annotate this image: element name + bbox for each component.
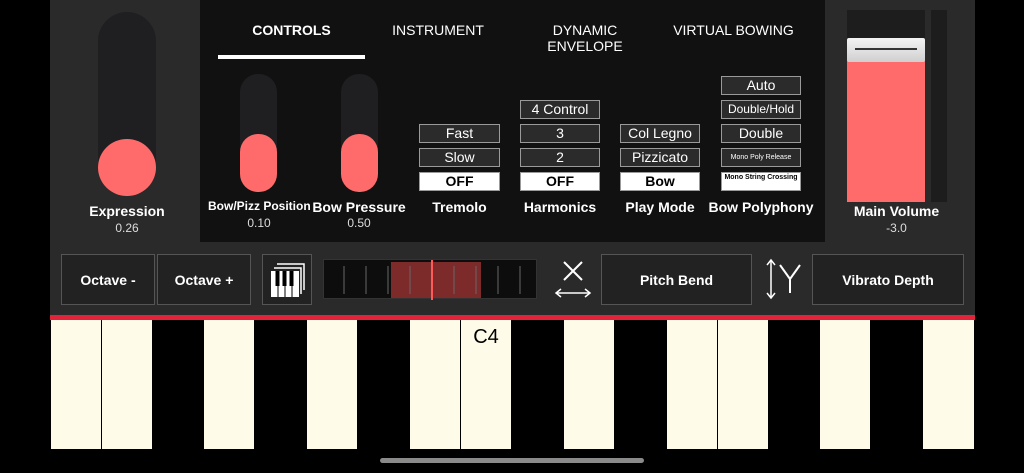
tremolo-slow-button[interactable]: Slow xyxy=(419,148,500,167)
play-mode-col-legno-button[interactable]: Col Legno xyxy=(620,124,700,143)
expression-slider-knob[interactable] xyxy=(98,139,156,196)
black-key[interactable] xyxy=(769,320,820,414)
play-mode-bow-button[interactable]: Bow xyxy=(620,172,700,191)
bow-position-value: 0.10 xyxy=(247,216,271,230)
harmonics-2-button[interactable]: 2 xyxy=(520,148,600,167)
octave-up-button[interactable]: Octave + xyxy=(157,254,251,305)
home-indicator[interactable] xyxy=(380,458,644,463)
tremolo-label: Tremolo xyxy=(432,199,487,215)
harmonics-off-button[interactable]: OFF xyxy=(520,172,600,191)
tremolo-fast-button[interactable]: Fast xyxy=(419,124,500,143)
octave-down-button[interactable]: Octave - xyxy=(61,254,155,305)
x-axis-swap-icon[interactable] xyxy=(553,258,593,300)
pitch-strip[interactable] xyxy=(323,259,537,300)
polyphony-mono-poly-release-button[interactable]: Mono Poly Release xyxy=(721,148,801,167)
expression-slider[interactable] xyxy=(98,12,156,196)
tab-controls[interactable]: CONTROLS xyxy=(218,22,365,38)
bow-pressure-slider-knob[interactable] xyxy=(341,134,378,192)
bow-pressure-label: Bow Pressure xyxy=(312,199,406,215)
y-axis-swap-icon[interactable] xyxy=(763,257,803,301)
keyboard-layout-button[interactable] xyxy=(262,254,312,305)
black-key[interactable] xyxy=(255,320,307,414)
piano-keys-icon xyxy=(271,262,305,297)
tab-dynamic-envelope[interactable]: DYNAMIC ENVELOPE xyxy=(515,22,655,54)
bow-position-label: Bow/Pizz Position xyxy=(208,199,311,213)
tab-instrument[interactable]: INSTRUMENT xyxy=(372,22,504,38)
main-volume-label: Main Volume xyxy=(853,203,940,219)
main-volume-fill xyxy=(847,58,925,202)
pitch-strip-graphic xyxy=(343,260,521,300)
bow-polyphony-label: Bow Polyphony xyxy=(708,199,814,215)
polyphony-mono-string-crossing-button[interactable]: Mono String Crossing xyxy=(721,172,801,191)
main-volume-value: -3.0 xyxy=(886,221,907,235)
black-key[interactable] xyxy=(871,320,923,414)
white-key[interactable] xyxy=(820,320,870,449)
expression-value: 0.26 xyxy=(115,221,139,235)
pitch-bend-button[interactable]: Pitch Bend xyxy=(601,254,752,305)
white-key[interactable] xyxy=(718,320,768,449)
level-meter xyxy=(931,10,947,202)
tremolo-off-button[interactable]: OFF xyxy=(419,172,500,191)
harmonics-4-control-button[interactable]: 4 Control xyxy=(520,100,600,119)
black-key[interactable] xyxy=(615,320,667,414)
harmonics-3-button[interactable]: 3 xyxy=(520,124,600,143)
expression-label: Expression xyxy=(89,203,165,219)
piano-keyboard[interactable]: C4 xyxy=(50,320,975,450)
bow-position-slider[interactable] xyxy=(240,74,277,192)
white-key-c4[interactable]: C4 xyxy=(461,320,511,449)
bow-pressure-value: 0.50 xyxy=(347,216,371,230)
black-key[interactable] xyxy=(152,320,204,414)
play-mode-pizzicato-button[interactable]: Pizzicato xyxy=(620,148,700,167)
black-key[interactable] xyxy=(512,320,564,414)
white-key[interactable] xyxy=(102,320,152,449)
white-key[interactable] xyxy=(307,320,357,449)
white-key[interactable] xyxy=(923,320,974,449)
polyphony-auto-button[interactable]: Auto xyxy=(721,76,801,95)
vibrato-depth-button[interactable]: Vibrato Depth xyxy=(812,254,964,305)
white-key[interactable] xyxy=(410,320,460,449)
white-key[interactable] xyxy=(204,320,254,449)
bow-pressure-slider[interactable] xyxy=(341,74,378,192)
white-key[interactable] xyxy=(51,320,101,449)
white-key[interactable] xyxy=(667,320,717,449)
tab-virtual-bowing[interactable]: VIRTUAL BOWING xyxy=(667,22,800,38)
main-volume-handle[interactable] xyxy=(847,38,925,62)
white-key[interactable] xyxy=(564,320,614,449)
bow-position-slider-knob[interactable] xyxy=(240,134,277,192)
black-key[interactable] xyxy=(358,320,410,414)
active-tab-indicator xyxy=(218,55,365,59)
polyphony-double-hold-button[interactable]: Double/Hold xyxy=(721,100,801,119)
polyphony-double-button[interactable]: Double xyxy=(721,124,801,143)
c4-note-label: C4 xyxy=(473,326,499,348)
play-mode-label: Play Mode xyxy=(625,199,695,215)
harmonics-label: Harmonics xyxy=(523,199,597,215)
